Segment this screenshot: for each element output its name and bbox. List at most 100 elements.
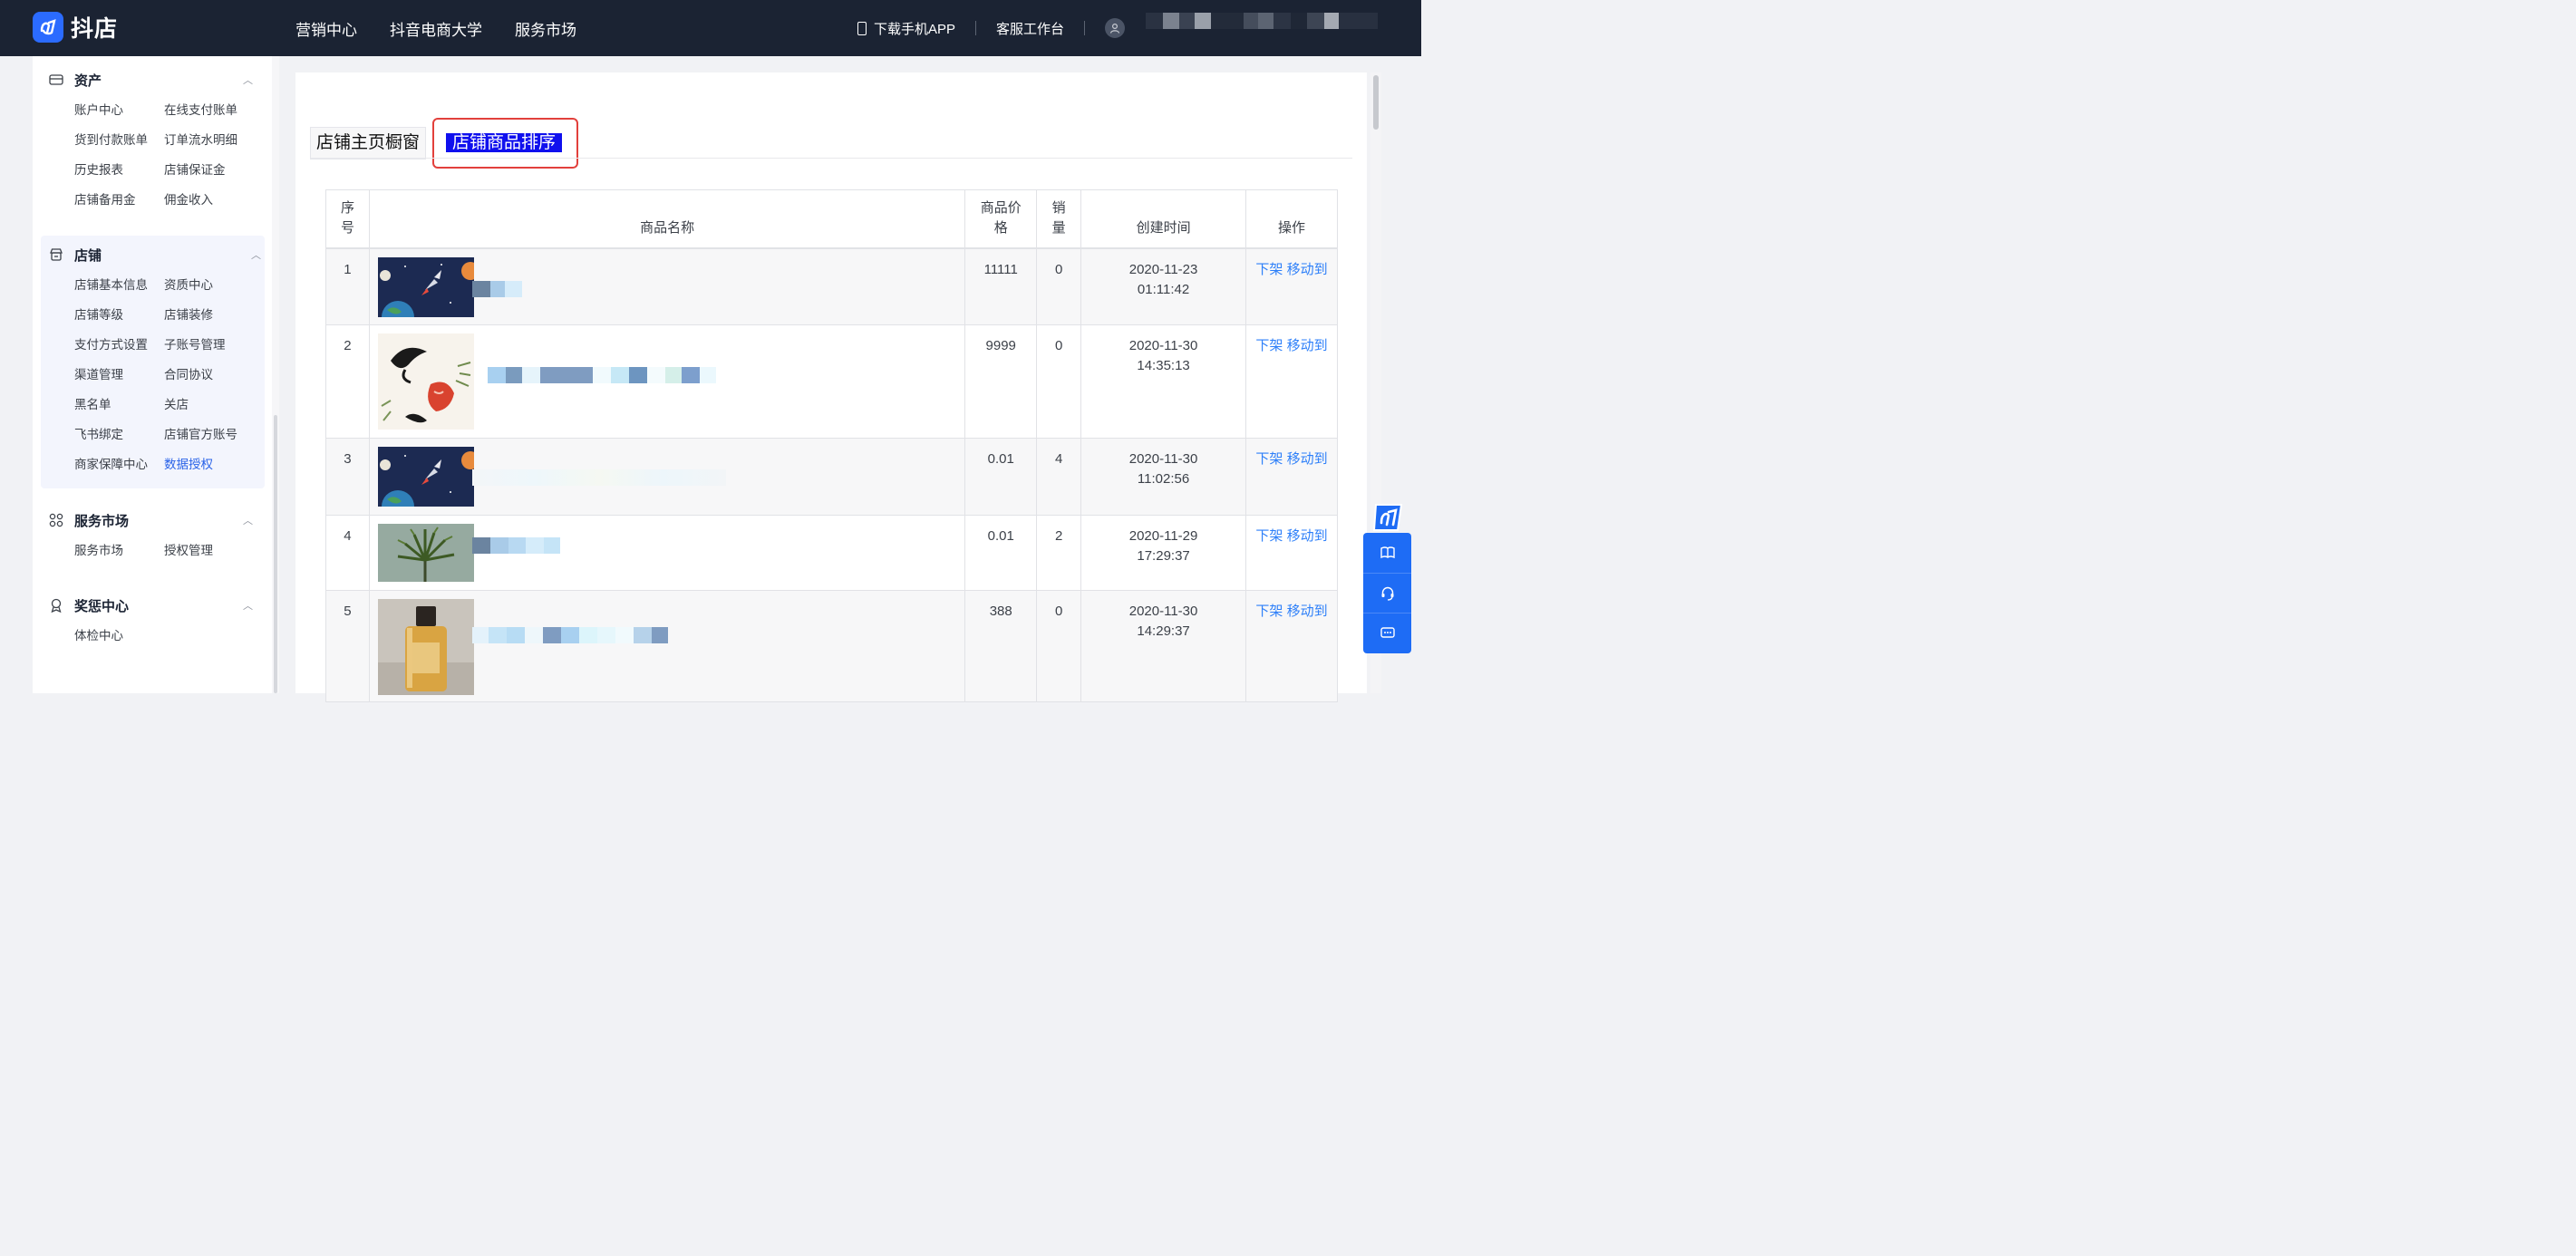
blurred-product-name[interactable]	[471, 280, 522, 297]
sidebar-group-rewards: 奖惩中心 ︿ 体检中心	[33, 590, 272, 651]
sidebar-item-auth-manage[interactable]: 授权管理	[164, 536, 264, 565]
cell-created: 2020-11-30 14:29:37	[1080, 590, 1246, 702]
masked-username[interactable]	[1146, 13, 1379, 29]
sidebar-group-shop: 店铺 ︿ 店铺基本信息 资质中心 店铺等级 店铺装修 支付方式设置 子账号管理 …	[41, 236, 265, 488]
top-right-area: 下载手机APP 客服工作台	[857, 0, 1126, 56]
sidebar-item-shop-decor[interactable]: 店铺装修	[164, 300, 264, 330]
perfume-image[interactable]	[377, 599, 474, 695]
blurred-product-name[interactable]	[471, 469, 726, 486]
table-row: 4 0.01 2 2020-11-29 17:29:37 下架 移动到	[325, 515, 1339, 591]
sidebar-item-history-report[interactable]: 历史报表	[74, 155, 164, 185]
nav-service-market[interactable]: 服务市场	[515, 17, 576, 40]
delist-button[interactable]: 下架	[1255, 451, 1283, 467]
brand-logo[interactable]: 抖店	[33, 11, 118, 43]
sidebar-group-header[interactable]: 服务市场 ︿	[33, 505, 272, 536]
tab-product-sort[interactable]: 店铺商品排序	[446, 133, 563, 152]
avatar[interactable]	[1105, 18, 1126, 38]
sidebar-group-header[interactable]: 奖惩中心 ︿	[33, 590, 272, 621]
sidebar-item-sub-accounts[interactable]: 子账号管理	[164, 330, 264, 360]
sidebar-item-feishu[interactable]: 飞书绑定	[74, 420, 164, 449]
sidebar-group-title: 资产	[74, 72, 102, 89]
sidebar-item-commission[interactable]: 佣金收入	[164, 185, 264, 215]
cell-price: 388	[964, 590, 1038, 702]
chevron-up-icon[interactable]: ︿	[243, 513, 253, 527]
sidebar-item-payment-settings[interactable]: 支付方式设置	[74, 330, 164, 360]
move-to-button[interactable]: 移动到	[1287, 528, 1328, 544]
delist-button[interactable]: 下架	[1255, 338, 1283, 353]
sidebar-item-reserve-fund[interactable]: 店铺备用金	[74, 185, 164, 215]
cell-price: 0.01	[964, 515, 1038, 591]
blurred-product-name[interactable]	[471, 537, 560, 554]
nav-university[interactable]: 抖音电商大学	[390, 17, 482, 40]
cell-ops: 下架 移动到	[1244, 515, 1339, 591]
sidebar-item-shop-deposit[interactable]: 店铺保证金	[164, 155, 264, 185]
sidebar-scrollbar[interactable]	[272, 56, 279, 693]
scrollbar-thumb[interactable]	[274, 415, 277, 693]
sidebar-item-qualification[interactable]: 资质中心	[164, 270, 264, 300]
blurred-product-name[interactable]	[471, 627, 668, 643]
sidebar-item-blacklist[interactable]: 黑名单	[74, 390, 164, 420]
highlight-box: 店铺商品排序	[432, 118, 579, 169]
ink-koi-image[interactable]	[377, 333, 474, 430]
sidebar-item-service-market[interactable]: 服务市场	[74, 536, 164, 565]
tab-bar: 店铺主页橱窗 店铺商品排序	[310, 118, 579, 169]
sidebar-item-online-bill[interactable]: 在线支付账单	[164, 95, 264, 125]
rocket-space-image[interactable]	[377, 256, 474, 317]
sidebar-group-assets: 资产 ︿ 账户中心 在线支付账单 货到付款账单 订单流水明细 历史报表 店铺保证…	[33, 64, 272, 215]
message-icon[interactable]	[1363, 614, 1411, 653]
cell-product	[368, 324, 966, 439]
sidebar-item-data-auth[interactable]: 数据授权	[164, 449, 264, 479]
move-to-button[interactable]: 移动到	[1287, 604, 1328, 619]
sidebar-group-service-market: 服务市场 ︿ 服务市场 授权管理	[33, 505, 272, 565]
top-nav: 营销中心 抖音电商大学 服务市场	[295, 0, 609, 56]
sidebar-group-header[interactable]: 资产 ︿	[33, 64, 272, 95]
blurred-product-name[interactable]	[487, 367, 716, 383]
cell-product	[368, 515, 966, 591]
headset-icon[interactable]	[1363, 574, 1411, 614]
cell-product	[368, 590, 966, 702]
chevron-up-icon[interactable]: ︿	[243, 598, 253, 613]
tab-shop-window[interactable]: 店铺主页橱窗	[310, 127, 427, 159]
move-to-button[interactable]: 移动到	[1287, 451, 1328, 467]
sidebar-item-channels[interactable]: 渠道管理	[74, 360, 164, 390]
sidebar-item-cod-bill[interactable]: 货到付款账单	[74, 125, 164, 155]
sidebar-item-shop-info[interactable]: 店铺基本信息	[74, 270, 164, 300]
delist-button[interactable]: 下架	[1255, 262, 1283, 277]
cell-created: 2020-11-30 14:35:13	[1080, 324, 1246, 439]
sidebar-item-close-shop[interactable]: 关店	[164, 390, 264, 420]
sidebar-item-order-flow[interactable]: 订单流水明细	[164, 125, 264, 155]
nav-marketing[interactable]: 营销中心	[295, 17, 357, 40]
delist-button[interactable]: 下架	[1255, 528, 1283, 544]
assistant-logo-icon[interactable]	[1369, 499, 1407, 534]
col-ops: 操作	[1244, 189, 1339, 248]
sidebar: 资产 ︿ 账户中心 在线支付账单 货到付款账单 订单流水明细 历史报表 店铺保证…	[33, 56, 272, 693]
cell-ops: 下架 移动到	[1244, 324, 1339, 439]
rocket-space-image[interactable]	[377, 447, 474, 507]
customer-service-link[interactable]: 客服工作台	[996, 19, 1064, 38]
cell-product	[368, 247, 966, 325]
top-bar: 抖店 营销中心 抖音电商大学 服务市场 下载手机APP 客服工作台	[0, 0, 1421, 56]
sidebar-item-health-check[interactable]: 体检中心	[74, 621, 164, 651]
move-to-button[interactable]: 移动到	[1287, 262, 1328, 277]
cell-index: 2	[325, 324, 370, 439]
sidebar-item-contracts[interactable]: 合同协议	[164, 360, 264, 390]
plant-image[interactable]	[377, 524, 474, 582]
cell-ops: 下架 移动到	[1244, 590, 1339, 702]
chevron-up-icon[interactable]: ︿	[251, 247, 261, 262]
sidebar-item-shop-level[interactable]: 店铺等级	[74, 300, 164, 330]
move-to-button[interactable]: 移动到	[1287, 338, 1328, 353]
col-sales: 销量	[1036, 189, 1082, 248]
guide-book-icon[interactable]	[1363, 533, 1411, 574]
delist-button[interactable]: 下架	[1255, 604, 1283, 619]
scrollbar-thumb[interactable]	[1373, 75, 1379, 130]
card-icon	[49, 74, 63, 85]
sidebar-item-merchant-guarantee[interactable]: 商家保障中心	[74, 449, 164, 479]
sidebar-group-header[interactable]: 店铺 ︿	[33, 239, 265, 270]
col-price: 商品价格	[964, 189, 1038, 248]
sidebar-item-account-center[interactable]: 账户中心	[74, 95, 164, 125]
grid-icon	[49, 513, 63, 527]
download-app-link[interactable]: 下载手机APP	[874, 19, 955, 38]
chevron-up-icon[interactable]: ︿	[243, 72, 253, 87]
sidebar-item-official-account[interactable]: 店铺官方账号	[164, 420, 264, 449]
shop-icon	[50, 248, 63, 261]
